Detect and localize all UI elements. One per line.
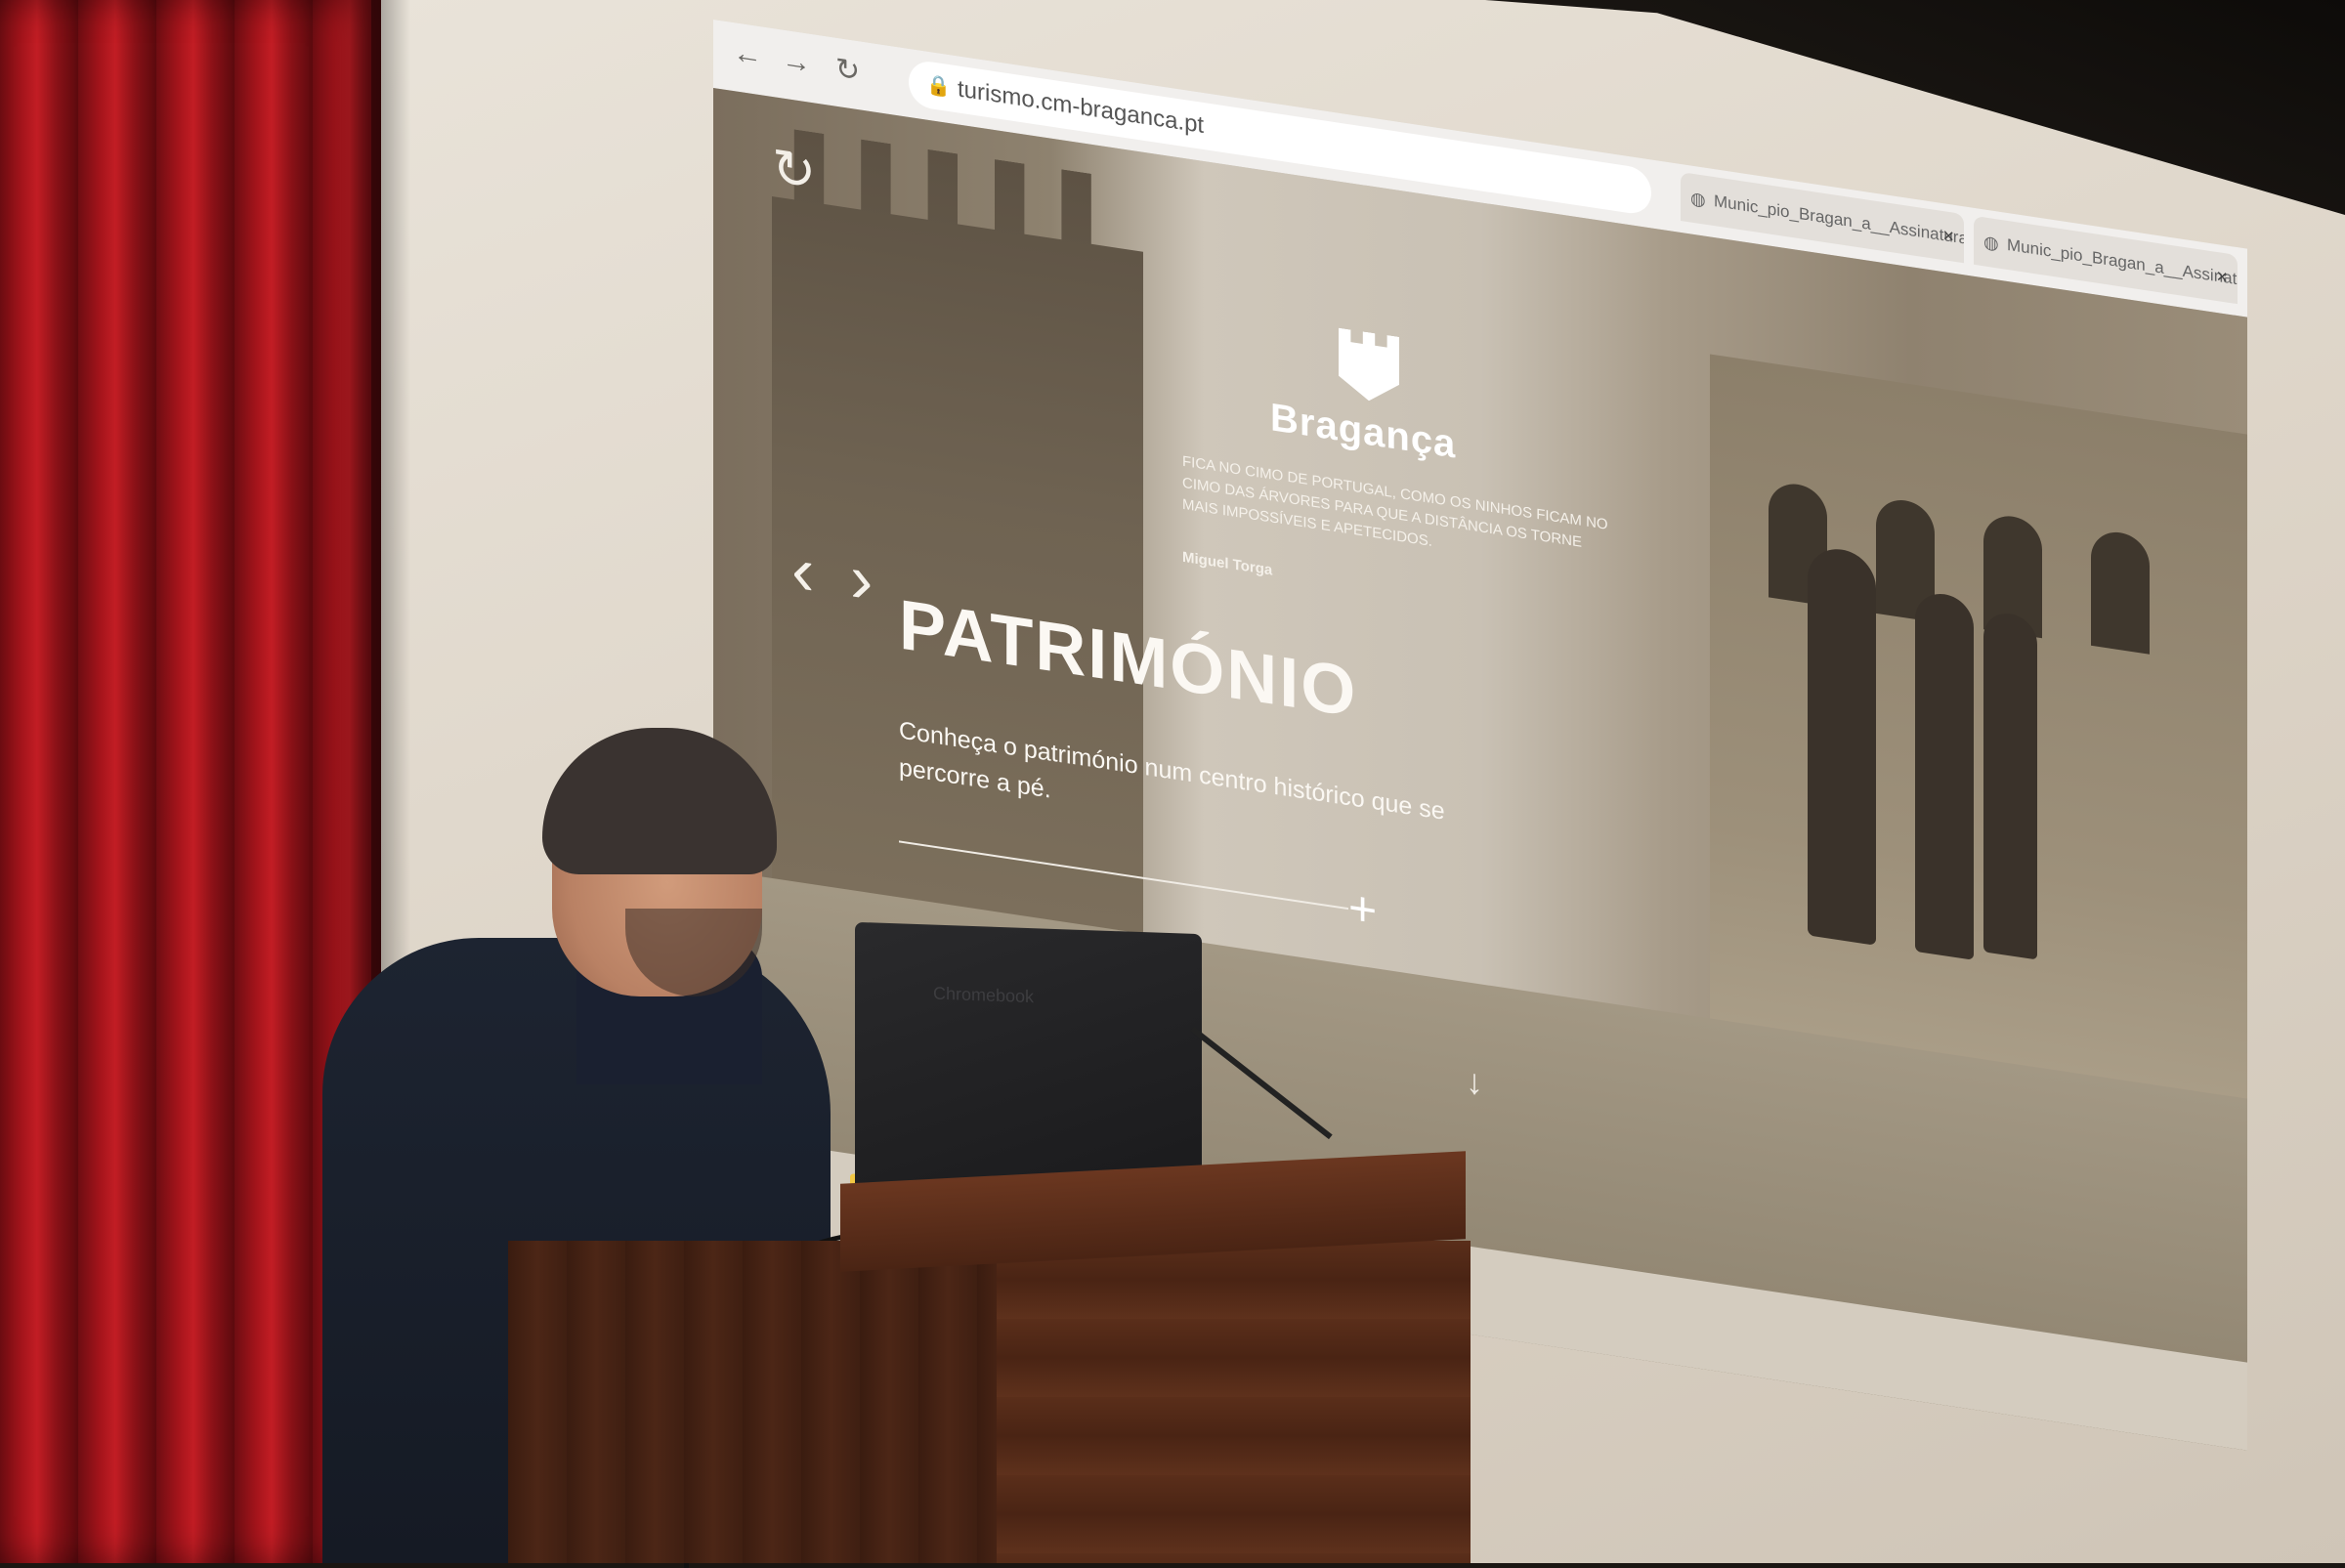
chevron-right-icon[interactable]: › <box>850 538 873 619</box>
scroll-down-icon[interactable]: ↓ <box>1466 1060 1483 1104</box>
chevron-left-icon[interactable]: ‹ <box>791 530 814 611</box>
back-icon[interactable]: ← <box>733 36 762 73</box>
laptop-brand-text: Chromebook <box>933 983 1035 1007</box>
podium-front <box>997 1241 1471 1563</box>
arch <box>2091 528 2150 655</box>
close-icon[interactable]: × <box>2216 252 2228 303</box>
walking-person <box>1808 544 1876 946</box>
braganca-crown-logo-icon <box>1339 328 1399 405</box>
walking-person <box>1915 589 1974 960</box>
globe-icon: ◍ <box>1690 188 1706 210</box>
walking-person <box>1983 610 2037 960</box>
plus-icon[interactable]: + <box>1348 878 1377 939</box>
reload-browser-icon[interactable]: ↻ <box>835 52 860 90</box>
lock-icon: 🔒 <box>926 73 951 100</box>
brand-logo-text: Bragança <box>1270 396 1457 467</box>
quote-author: Miguel Torga <box>1182 548 1273 579</box>
forward-icon[interactable]: → <box>782 43 811 80</box>
tab-label: Munic_pio_Bragan_a__Assinatura <box>1714 191 1964 248</box>
tab-label: Munic_pio_Bragan_a__Assinatura <box>2007 234 2238 292</box>
close-icon[interactable]: × <box>1942 211 1954 262</box>
globe-icon: ◍ <box>1983 232 1999 254</box>
refresh-icon[interactable]: ↻ <box>772 136 816 204</box>
